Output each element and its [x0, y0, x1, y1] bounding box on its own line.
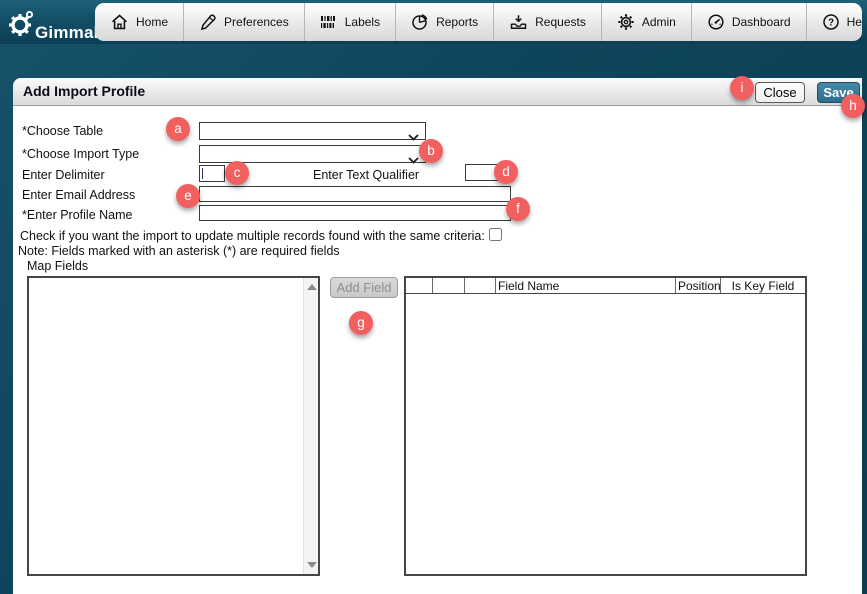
toolbar-button-help[interactable]: ? Help: [807, 3, 862, 41]
toolbar-button-label: Preferences: [224, 15, 289, 29]
chevron-down-icon: [408, 128, 419, 146]
question-mark-icon: ?: [822, 13, 840, 31]
svg-text:?: ?: [828, 18, 834, 29]
profile-name-label: *Enter Profile Name: [22, 208, 132, 222]
gauge-icon: [707, 13, 725, 31]
toolbar-button-dashboard[interactable]: Dashboard: [692, 3, 807, 41]
table-header-position: Position: [676, 278, 721, 293]
annotation-badge-c: c: [225, 161, 249, 185]
toolbar-button-label: Home: [136, 15, 168, 29]
annotation-badge-f: f: [506, 197, 530, 221]
delimiter-label: Enter Delimiter: [22, 168, 105, 182]
email-input[interactable]: [199, 186, 511, 202]
pie-chart-icon: [411, 13, 429, 31]
annotation-badge-i: i: [730, 76, 754, 100]
page-title: Add Import Profile: [23, 83, 145, 99]
brand-name: Gimmal: [35, 23, 99, 43]
annotation-badge-h: h: [841, 94, 865, 118]
toolbar-button-label: Reports: [436, 15, 478, 29]
mapped-fields-table: Field Name Position Is Key Field: [404, 276, 807, 576]
home-icon: [110, 13, 129, 31]
table-header-is-key-field: Is Key Field: [721, 278, 805, 293]
toolbar-button-label: Admin: [642, 15, 676, 29]
toolbar-button-home[interactable]: Home: [95, 3, 184, 41]
barcode-icon: [320, 13, 338, 31]
update-multiple-label: Check if you want the import to update m…: [20, 229, 485, 243]
profile-name-input[interactable]: [199, 205, 511, 221]
text-cursor: [202, 168, 203, 179]
toolbar-button-label: Help: [847, 15, 862, 29]
table-header-blank-2: [433, 278, 465, 293]
main-toolbar: Home Preferences Labels Reports: [95, 3, 862, 41]
gear-icon: [617, 13, 635, 31]
toolbar-button-preferences[interactable]: Preferences: [184, 3, 305, 41]
map-fields-label: Map Fields: [27, 259, 88, 273]
toolbar-button-requests[interactable]: Requests: [494, 3, 602, 41]
annotation-badge-b: b: [419, 139, 443, 163]
annotation-badge-g: g: [349, 311, 373, 335]
update-multiple-checkbox[interactable]: [489, 228, 502, 241]
available-fields-listbox[interactable]: [27, 276, 320, 576]
toolbar-button-labels[interactable]: Labels: [305, 3, 396, 41]
top-navbar: Gimmal Home Preferences Labels: [0, 0, 867, 44]
toolbar-button-reports[interactable]: Reports: [396, 3, 494, 41]
toolbar-button-admin[interactable]: Admin: [602, 3, 692, 41]
toolbar-button-label: Labels: [345, 15, 380, 29]
choose-import-type-select[interactable]: [199, 145, 426, 163]
choose-table-label: *Choose Table: [22, 124, 103, 138]
page: Gimmal Home Preferences Labels: [0, 0, 867, 594]
required-fields-note: Note: Fields marked with an asterisk (*)…: [18, 244, 340, 258]
toolbar-button-label: Dashboard: [732, 15, 791, 29]
inbox-tray-icon: [509, 13, 528, 31]
brand-logo[interactable]: Gimmal: [6, 6, 99, 45]
scroll-down-icon[interactable]: [307, 562, 317, 568]
pencil-icon: [199, 13, 217, 31]
text-qualifier-label: Enter Text Qualifier: [313, 168, 419, 182]
email-label: Enter Email Address: [22, 188, 135, 202]
annotation-badge-e: e: [176, 184, 200, 208]
annotation-badge-d: d: [494, 160, 518, 184]
scroll-up-icon[interactable]: [307, 284, 317, 290]
toolbar-button-label: Requests: [535, 15, 586, 29]
annotation-badge-a: a: [166, 117, 190, 141]
close-button[interactable]: Close: [755, 82, 805, 103]
add-field-button[interactable]: Add Field: [330, 277, 398, 298]
choose-table-select[interactable]: [199, 122, 426, 140]
table-header-blank-3: [465, 278, 496, 293]
table-header-field-name: Field Name: [496, 278, 676, 293]
chevron-down-icon: [408, 151, 419, 169]
choose-import-type-label: *Choose Import Type: [22, 147, 139, 161]
table-header-row: Field Name Position Is Key Field: [406, 278, 805, 294]
listbox-scrollbar[interactable]: [303, 278, 318, 574]
table-header-blank-1: [406, 278, 433, 293]
